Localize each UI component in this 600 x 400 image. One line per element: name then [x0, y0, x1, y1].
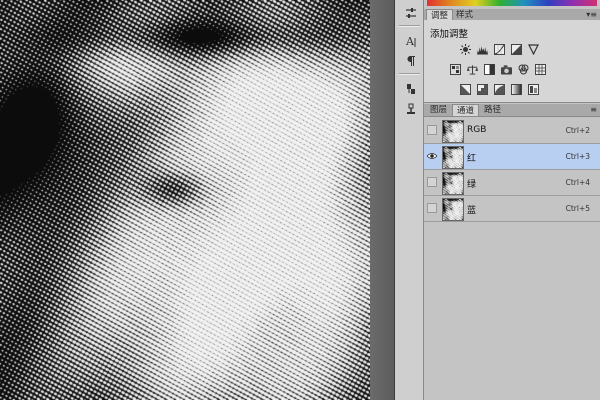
channel-shortcut: Ctrl+3	[565, 152, 590, 161]
channel-name: 绿	[467, 180, 477, 190]
channel-row-rgb[interactable]: RGB Ctrl+2	[424, 118, 600, 144]
levels-icon[interactable]	[477, 44, 488, 55]
adjustments-title: 添加调整	[430, 29, 469, 40]
curves-icon[interactable]	[494, 44, 505, 55]
document-canvas-area[interactable]	[0, 0, 370, 400]
visibility-toggle[interactable]	[427, 149, 437, 163]
swatches-strip[interactable]	[427, 0, 597, 6]
photo-filter-icon[interactable]	[501, 64, 512, 75]
invert-icon[interactable]	[460, 84, 471, 95]
channel-shortcut: Ctrl+4	[565, 178, 590, 187]
channel-thumbnail	[442, 146, 464, 169]
channel-name: RGB	[467, 125, 487, 135]
channel-row-green[interactable]: 绿 Ctrl+4	[424, 170, 600, 196]
channel-name: 红	[467, 154, 477, 164]
adjustments-panel: 添加调整	[424, 20, 600, 103]
tab-layers[interactable]: 图层	[426, 104, 451, 116]
posterize-icon[interactable]	[477, 84, 488, 95]
visibility-toggle[interactable]	[427, 201, 437, 215]
right-panel-dock: 调整 样式 ▾≡ 添加调整 图层 通道 路径 ≡ RGB Ctrl+2 红 Ct…	[424, 0, 600, 400]
tab-paths[interactable]: 路径	[480, 104, 505, 116]
black-white-icon[interactable]	[484, 64, 495, 75]
channel-mixer-icon[interactable]	[518, 64, 529, 75]
brightness-contrast-icon[interactable]	[460, 44, 471, 55]
canvas-scroll-margin	[370, 0, 394, 400]
tool-separator	[399, 73, 420, 75]
color-lookup-icon[interactable]	[535, 64, 546, 75]
color-balance-icon[interactable]	[467, 64, 478, 75]
selective-color-icon[interactable]	[528, 84, 539, 95]
channel-row-red[interactable]: 红 Ctrl+3	[424, 144, 600, 170]
visibility-off-box	[427, 125, 437, 135]
svg-text:A: A	[405, 35, 415, 48]
tool-separator	[399, 25, 420, 27]
visibility-toggle[interactable]	[427, 175, 437, 189]
panel-menu-icon[interactable]: ≡	[590, 104, 597, 116]
channel-thumbnail	[442, 172, 464, 195]
channel-name: 蓝	[467, 206, 477, 216]
adjust-tool-icon[interactable]	[400, 4, 421, 22]
eye-icon	[427, 153, 437, 159]
channel-shortcut: Ctrl+5	[565, 204, 590, 213]
visibility-off-box	[427, 177, 437, 187]
gradient-map-icon[interactable]	[511, 84, 522, 95]
channel-thumbnail	[442, 120, 464, 143]
clone-source-icon[interactable]	[400, 80, 421, 98]
halftone-image[interactable]	[0, 0, 370, 400]
channel-thumbnail	[442, 198, 464, 221]
visibility-toggle[interactable]	[427, 123, 437, 137]
channel-shortcut: Ctrl+2	[565, 126, 590, 135]
visibility-off-box	[427, 203, 437, 213]
layers-tab-row: 图层 通道 路径 ≡	[424, 104, 600, 117]
channels-panel: RGB Ctrl+2 红 Ctrl+3 绿 Ctrl+4 蓝 Ctrl+5	[424, 118, 600, 400]
paragraph-panel-icon[interactable]	[400, 52, 421, 70]
threshold-icon[interactable]	[494, 84, 505, 95]
character-panel-icon[interactable]: A	[400, 32, 421, 50]
tool-presets-icon[interactable]	[400, 100, 421, 118]
exposure-icon[interactable]	[511, 44, 522, 55]
hue-saturation-icon[interactable]	[450, 64, 461, 75]
vibrance-icon[interactable]	[528, 44, 539, 55]
tab-channels[interactable]: 通道	[452, 104, 480, 116]
channel-row-blue[interactable]: 蓝 Ctrl+5	[424, 196, 600, 222]
panel-icon-strip: A	[394, 0, 424, 400]
